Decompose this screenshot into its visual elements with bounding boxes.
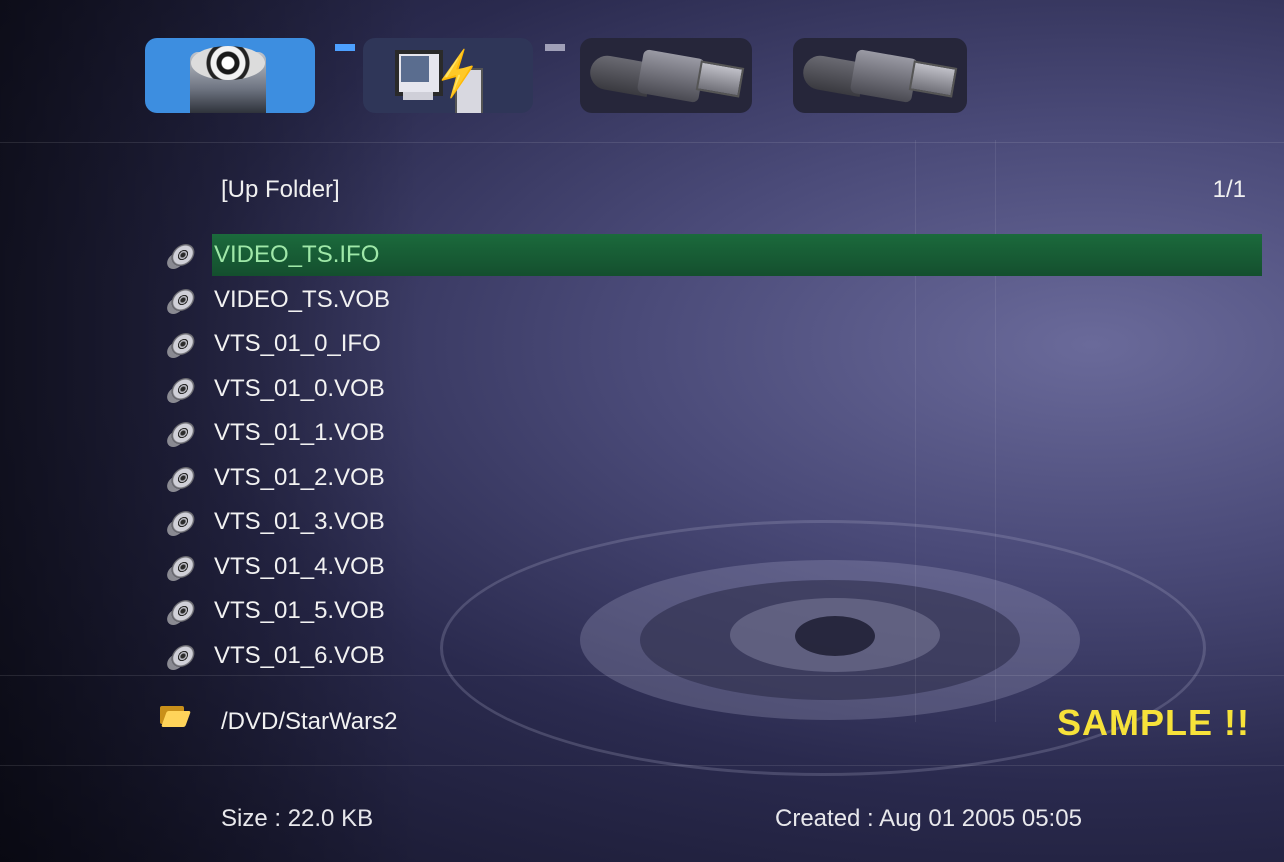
file-row[interactable]: VTS_01_5.VOB	[160, 589, 1262, 634]
file-name: VTS_01_3.VOB	[214, 508, 385, 536]
file-name: VTS_01_2.VOB	[214, 463, 385, 491]
file-name: VTS_01_5.VOB	[214, 597, 385, 625]
file-row[interactable]: VTS_01_2.VOB	[160, 456, 1262, 501]
film-reel-icon	[166, 238, 200, 272]
film-reel-icon	[166, 550, 200, 584]
file-name: VIDEO_TS.VOB	[214, 285, 391, 313]
film-reel-icon	[166, 416, 200, 450]
file-list: VIDEO_TS.IFO VIDEO_TS.VOB VTS_01_0_IFO V…	[160, 233, 1262, 678]
indicator	[545, 44, 565, 51]
divider	[0, 142, 1284, 143]
file-created-date: Created : Aug 01 2005 05:05	[775, 805, 1082, 832]
device-selector: ⚡	[145, 38, 975, 113]
film-reel-icon	[166, 594, 200, 628]
file-name: VTS_01_4.VOB	[214, 552, 385, 580]
file-name: VTS_01_0_IFO	[214, 330, 381, 358]
file-row[interactable]: VTS_01_6.VOB	[160, 634, 1262, 679]
file-name: VTS_01_0.VOB	[214, 374, 385, 402]
current-path: /DVD/StarWars2	[221, 708, 398, 735]
device-tab-usb-1[interactable]	[580, 38, 752, 113]
device-tab-disc[interactable]	[145, 38, 315, 113]
file-row[interactable]: VTS_01_0_IFO	[160, 322, 1262, 367]
file-row[interactable]: VTS_01_0.VOB	[160, 367, 1262, 412]
file-name: VTS_01_1.VOB	[214, 419, 385, 447]
divider	[0, 765, 1284, 766]
file-row[interactable]: VIDEO_TS.IFO	[160, 233, 1262, 278]
film-reel-icon	[166, 283, 200, 317]
active-indicator	[335, 44, 355, 51]
file-name: VIDEO_TS.IFO	[214, 241, 380, 269]
device-tab-usb-2[interactable]	[793, 38, 967, 113]
file-row[interactable]: VTS_01_4.VOB	[160, 545, 1262, 590]
file-row[interactable]: VIDEO_TS.VOB	[160, 278, 1262, 323]
folder-icon	[160, 706, 191, 728]
file-size: Size : 22.0 KB	[221, 805, 374, 832]
film-reel-icon	[166, 461, 200, 495]
device-tab-pc[interactable]: ⚡	[363, 38, 533, 113]
sample-watermark: SAMPLE !!	[1057, 702, 1250, 743]
file-row[interactable]: VTS_01_1.VOB	[160, 411, 1262, 456]
up-folder-item[interactable]: [Up Folder]	[221, 176, 340, 204]
page-indicator: 1/1	[1212, 176, 1246, 203]
file-row[interactable]: VTS_01_3.VOB	[160, 500, 1262, 545]
film-reel-icon	[166, 372, 200, 406]
file-name: VTS_01_6.VOB	[214, 641, 385, 669]
film-reel-icon	[166, 505, 200, 539]
film-reel-icon	[166, 327, 200, 361]
film-reel-icon	[166, 639, 200, 673]
